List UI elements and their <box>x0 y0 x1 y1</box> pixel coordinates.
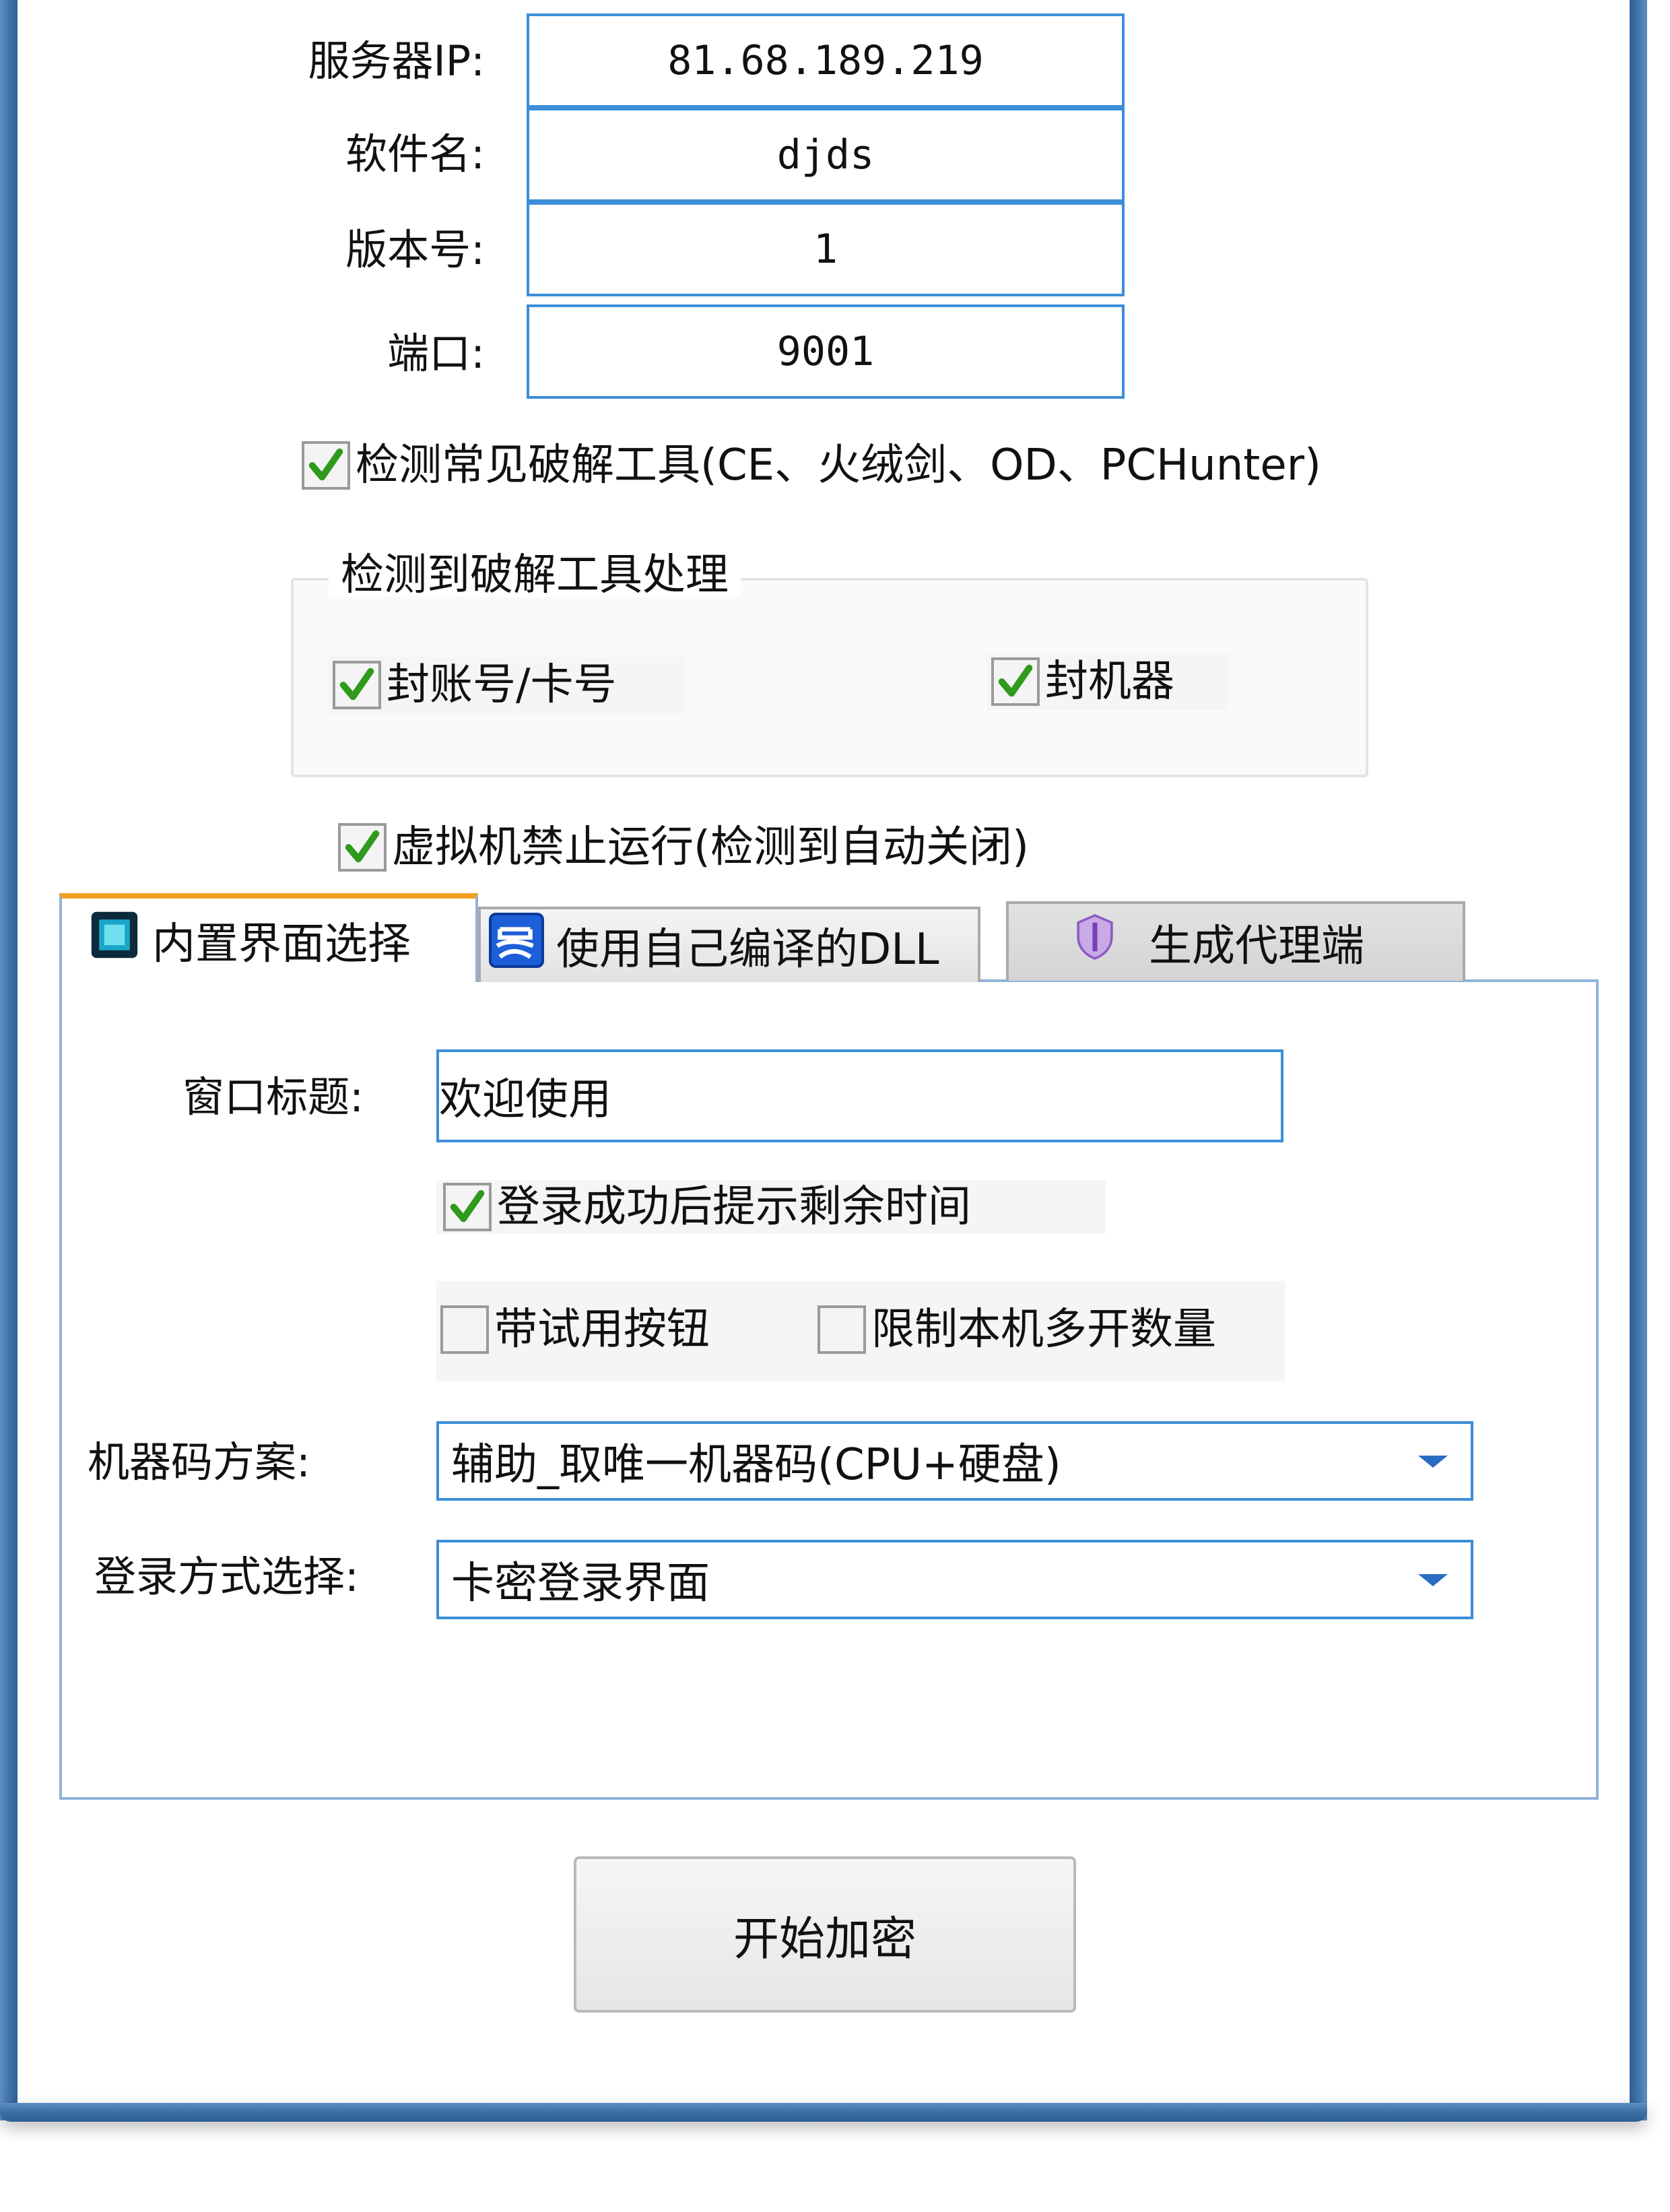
server-ip-input[interactable]: 81.68.189.219 <box>527 13 1125 108</box>
checkbox-box[interactable] <box>991 657 1040 706</box>
limit-instances-checkbox[interactable]: 限制本机多开数量 <box>817 1305 1216 1354</box>
start-encrypt-button[interactable]: 开始加密 <box>574 1856 1076 2013</box>
login-mode-select[interactable]: 卡密登录界面 <box>436 1540 1473 1619</box>
checkbox-box[interactable] <box>817 1305 866 1354</box>
window-frame-bottom <box>0 2103 1647 2122</box>
detect-action-group-title: 检测到破解工具处理 <box>329 554 741 597</box>
shield-icon <box>1073 913 1116 972</box>
version-input[interactable]: 1 <box>527 202 1125 296</box>
show-remaining-label: 登录成功后提示剩余时间 <box>497 1182 971 1232</box>
window-frame-right <box>1630 0 1647 2120</box>
trial-button-checkbox[interactable]: 带试用按钮 <box>440 1305 710 1354</box>
software-name-input[interactable]: djds <box>527 108 1125 202</box>
dropdown-arrow-icon[interactable] <box>1418 1456 1448 1468</box>
detect-tools-checkbox[interactable]: 检测常见破解工具(CE、火绒剑、OD、PCHunter) <box>302 441 1321 490</box>
window-title-input[interactable]: 欢迎使用 <box>436 1049 1283 1142</box>
tab-custom-dll[interactable]: 使用自己编译的DLL <box>478 907 980 982</box>
software-name-label: 软件名: <box>345 129 485 178</box>
checkmark-icon <box>339 668 374 701</box>
machine-code-select[interactable]: 辅助_取唯一机器码(CPU+硬盘) <box>436 1421 1473 1501</box>
show-remaining-checkbox[interactable]: 登录成功后提示剩余时间 <box>436 1180 1106 1234</box>
vm-block-label: 虚拟机禁止运行(检测到自动关闭) <box>392 822 1029 872</box>
trial-button-label: 带试用按钮 <box>494 1305 710 1355</box>
cube-icon <box>89 909 140 971</box>
port-input[interactable]: 9001 <box>527 304 1125 399</box>
checkbox-box[interactable] <box>440 1305 489 1354</box>
checkmark-icon <box>450 1190 485 1223</box>
checkbox-box[interactable] <box>333 661 381 709</box>
login-mode-value: 卡密登录界面 <box>451 1559 710 1608</box>
easy-language-icon <box>489 913 544 979</box>
server-ip-label: 服务器IP: <box>308 36 485 86</box>
ban-account-label: 封账号/卡号 <box>387 660 617 710</box>
machine-code-label: 机器码方案: <box>88 1437 310 1487</box>
tab-generate-proxy-label: 生成代理端 <box>1149 921 1364 971</box>
tab-builtin-ui-label: 内置界面选择 <box>152 919 411 969</box>
checkbox-box[interactable] <box>443 1183 492 1231</box>
window-frame-left <box>0 0 18 2120</box>
checkmark-icon <box>308 448 343 481</box>
tab-generate-proxy[interactable]: 生成代理端 <box>1006 901 1465 981</box>
limit-instances-label: 限制本机多开数量 <box>871 1305 1216 1355</box>
checkmark-icon <box>345 830 380 863</box>
ban-machine-checkbox[interactable]: 封机器 <box>987 653 1228 710</box>
checkmark-icon <box>998 664 1033 697</box>
version-label: 版本号: <box>345 225 485 274</box>
checkbox-box[interactable] <box>302 441 350 490</box>
machine-code-value: 辅助_取唯一机器码(CPU+硬盘) <box>451 1440 1061 1490</box>
tab-custom-dll-label: 使用自己编译的DLL <box>556 925 939 975</box>
ban-account-checkbox[interactable]: 封账号/卡号 <box>329 657 684 713</box>
checkbox-box[interactable] <box>338 823 387 872</box>
vm-block-checkbox[interactable]: 虚拟机禁止运行(检测到自动关闭) <box>338 823 1029 872</box>
window-title-label: 窗口标题: <box>182 1072 364 1121</box>
detect-tools-label: 检测常见破解工具(CE、火绒剑、OD、PCHunter) <box>356 441 1322 490</box>
port-label: 端口: <box>387 329 485 378</box>
ban-machine-label: 封机器 <box>1045 657 1174 707</box>
tab-builtin-ui[interactable]: 内置界面选择 <box>59 893 478 982</box>
start-encrypt-label: 开始加密 <box>733 1912 916 1966</box>
login-mode-label: 登录方式选择: <box>94 1552 359 1601</box>
dropdown-arrow-icon[interactable] <box>1418 1574 1448 1586</box>
